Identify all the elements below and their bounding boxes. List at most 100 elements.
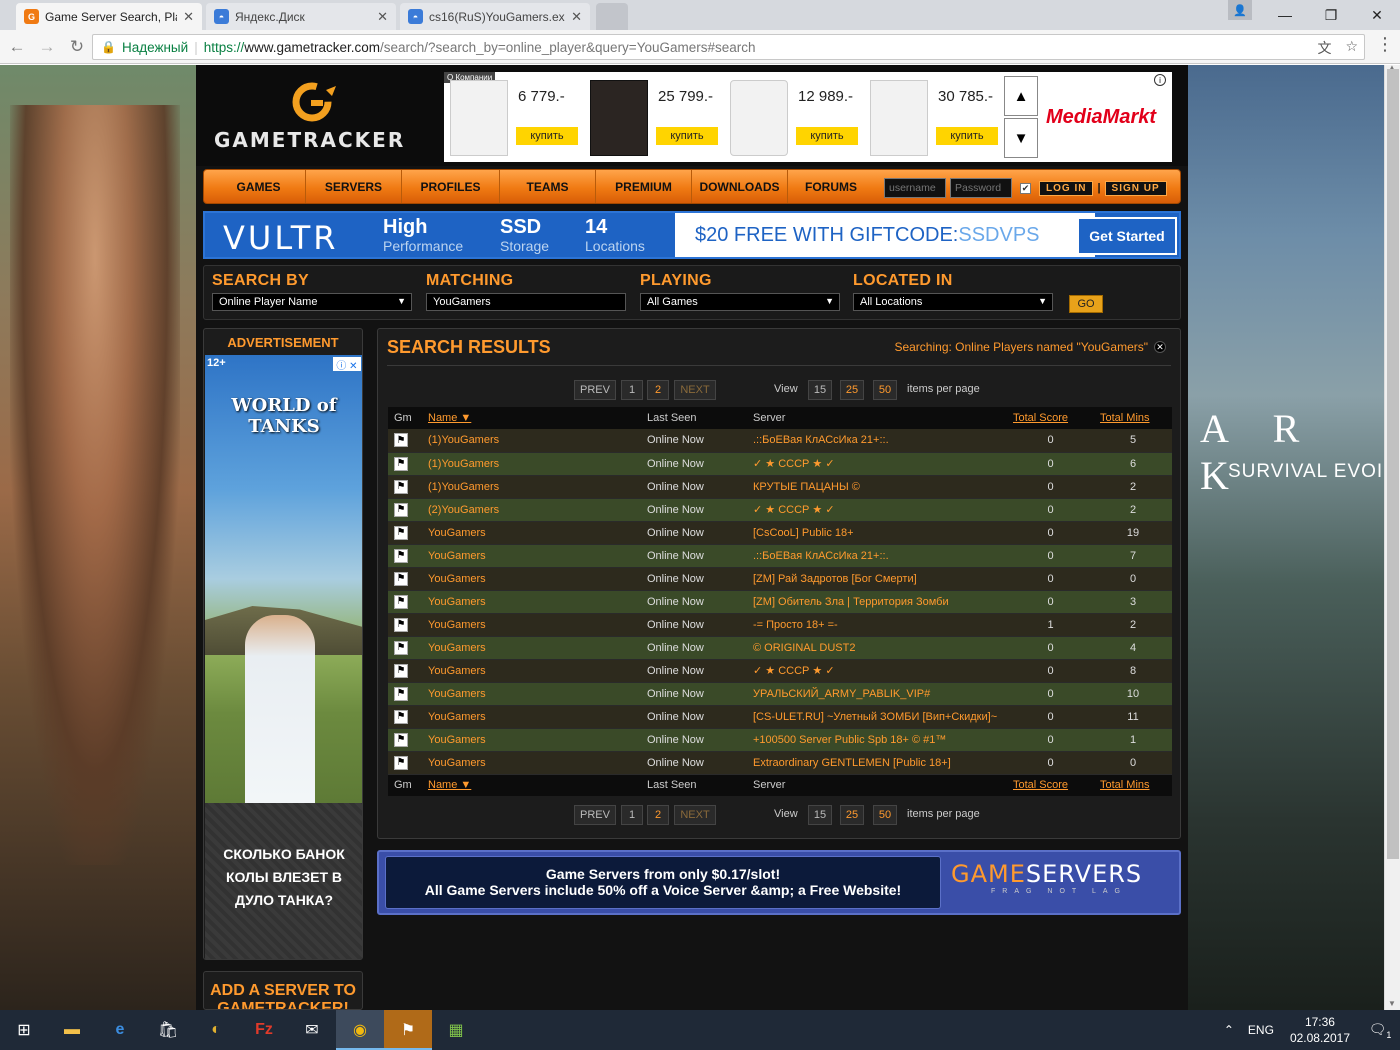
server-name-link[interactable]: ✓ ★ СССР ★ ✓ (747, 498, 1007, 522)
player-name-link[interactable]: YouGamers (422, 636, 641, 660)
server-name-link[interactable]: [CS-ULET.RU] ~Улетный ЗОМБИ [Вип+Скидки]… (747, 705, 1007, 729)
get-started-button[interactable]: Get Started (1077, 217, 1177, 255)
cs-game-icon[interactable]: ⚑ (394, 617, 408, 632)
server-name-link[interactable]: Extraordinary GENTLEMEN [Public 18+] (747, 751, 1007, 775)
server-name-link[interactable]: [CsCooL] Public 18+ (747, 521, 1007, 545)
bookmark-star-icon[interactable]: ☆ (1345, 38, 1358, 58)
nav-games[interactable]: GAMES (212, 170, 306, 203)
page-1-button[interactable]: 1 (621, 380, 643, 400)
scrollbar-thumb[interactable] (1387, 69, 1399, 859)
page-1-button[interactable]: 1 (621, 805, 643, 825)
maximize-icon[interactable]: ❐ (1308, 0, 1354, 30)
chart-app-icon[interactable]: ▦ (432, 1010, 480, 1050)
server-name-link[interactable]: .::БоЕВая КлАСсИка 21+::. (747, 544, 1007, 568)
ad-buy-button[interactable]: купить (936, 127, 998, 145)
playing-select[interactable]: All Games ▼ (640, 293, 840, 311)
prev-button[interactable]: PREV (574, 380, 616, 400)
background-ad-left[interactable] (0, 65, 196, 1010)
cs-game-icon[interactable]: ⚑ (394, 594, 408, 609)
player-name-link[interactable]: YouGamers (422, 659, 641, 683)
tab-gametracker[interactable]: G Game Server Search, Play ✕ (16, 3, 202, 30)
nav-teams[interactable]: TEAMS (500, 170, 596, 203)
ad-product[interactable]: 12 989.- купить (724, 72, 864, 162)
app-icon[interactable]: ◐ (192, 1010, 240, 1050)
ad-info-icon[interactable]: i (1154, 74, 1166, 86)
per-page-15-button[interactable]: 15 (808, 805, 832, 825)
col-total-score-sort[interactable]: Total Score (1007, 407, 1094, 429)
tray-chevron-up-icon[interactable]: ⌃ (1224, 1023, 1234, 1037)
cs-game-icon[interactable]: ⚑ (394, 456, 408, 471)
mediamarkt-logo[interactable]: MediaMarkt (1046, 106, 1156, 129)
gametracker-logo-text[interactable]: GAMETRACKER (214, 128, 405, 152)
language-indicator[interactable]: ENG (1248, 1023, 1274, 1037)
player-name-link[interactable]: YouGamers (422, 728, 641, 752)
background-ad-right[interactable] (1188, 65, 1384, 1010)
ad-product[interactable]: 6 779.- купить (444, 72, 584, 162)
prev-button[interactable]: PREV (574, 805, 616, 825)
remember-me-checkbox[interactable]: ✔ (1020, 182, 1031, 194)
cs-game-icon[interactable]: ⚑ (394, 479, 408, 494)
filezilla-icon[interactable]: Fz (240, 1010, 288, 1050)
browser-menu-icon[interactable]: ⋮ (1376, 35, 1394, 53)
ad-down-arrow-icon[interactable]: ▼ (1004, 118, 1038, 158)
server-name-link[interactable]: +100500 Server Public Spb 18+ © #1™ (747, 728, 1007, 752)
counter-strike-icon[interactable]: ⚑ (384, 1010, 432, 1050)
col-total-mins-sort[interactable]: Total Mins (1094, 774, 1172, 796)
new-tab-button[interactable] (596, 3, 628, 30)
clock[interactable]: 17:36 02.08.2017 (1290, 1014, 1350, 1046)
go-button[interactable]: GO (1069, 295, 1103, 313)
player-name-link[interactable]: YouGamers (422, 567, 641, 591)
player-name-link[interactable]: (2)YouGamers (422, 498, 641, 522)
player-name-link[interactable]: YouGamers (422, 521, 641, 545)
user-profile-icon[interactable]: 👤 (1228, 0, 1252, 20)
search-by-select[interactable]: Online Player Name ▼ (212, 293, 412, 311)
server-name-link[interactable]: ✓ ★ СССР ★ ✓ (747, 659, 1007, 683)
translate-icon[interactable]: 文 (1317, 38, 1331, 58)
page-2-button[interactable]: 2 (647, 805, 669, 825)
ad-product[interactable]: 30 785.- купить (864, 72, 1004, 162)
player-name-link[interactable]: (1)YouGamers (422, 475, 641, 499)
cs-game-icon[interactable]: ⚑ (394, 755, 408, 770)
ad-buy-button[interactable]: купить (796, 127, 858, 145)
ad-message[interactable]: СКОЛЬКО БАНОК КОЛЫ ВЛЕЗЕТ В ДУЛО ТАНКА? (205, 803, 362, 959)
adchoices-icon[interactable]: ⓘ ✕ (333, 357, 361, 372)
forward-arrow-icon[interactable]: → (34, 34, 60, 60)
next-button[interactable]: NEXT (674, 380, 716, 400)
username-input[interactable] (884, 178, 946, 198)
mediamarkt-ad-banner[interactable]: О Компании 6 779.- купить 25 799.- купит… (444, 72, 1172, 162)
gametracker-logo-icon[interactable] (292, 82, 340, 122)
gameservers-ad-banner[interactable]: Game Servers from only $0.17/slot! All G… (377, 850, 1181, 915)
page-scrollbar[interactable]: ▲ ▼ (1384, 63, 1400, 1010)
nav-premium[interactable]: PREMIUM (596, 170, 692, 203)
ad-buy-button[interactable]: купить (516, 127, 578, 145)
located-in-select[interactable]: All Locations ▼ (853, 293, 1053, 311)
cs-game-icon[interactable]: ⚑ (394, 709, 408, 724)
ad-buy-button[interactable]: купить (656, 127, 718, 145)
tab-close-icon[interactable]: ✕ (571, 9, 582, 25)
notification-center-icon[interactable]: 🗨1 (1360, 1021, 1400, 1040)
per-page-25-button[interactable]: 25 (840, 805, 864, 825)
cs-game-icon[interactable]: ⚑ (394, 663, 408, 678)
server-name-link[interactable]: .::БоЕВая КлАСсИка 21+::. (747, 429, 1007, 453)
matching-input[interactable]: YouGamers (426, 293, 626, 311)
cs-game-icon[interactable]: ⚑ (394, 433, 408, 448)
nav-forums[interactable]: FORUMS (788, 170, 874, 203)
per-page-50-button[interactable]: 50 (873, 380, 897, 400)
player-name-link[interactable]: YouGamers (422, 705, 641, 729)
nav-profiles[interactable]: PROFILES (402, 170, 500, 203)
cs-game-icon[interactable]: ⚑ (394, 732, 408, 747)
chrome-icon[interactable]: ◉ (336, 1010, 384, 1050)
col-name-sort[interactable]: Name ▼ (422, 774, 641, 796)
store-icon[interactable]: 🛍 (144, 1010, 192, 1050)
minimize-icon[interactable]: — (1262, 0, 1308, 30)
server-name-link[interactable]: © ORIGINAL DUST2 (747, 636, 1007, 660)
page-2-button[interactable]: 2 (647, 380, 669, 400)
tab-cs16[interactable]: ◓ cs16(RuS)YouGamers.exe ✕ (400, 3, 590, 30)
tab-close-icon[interactable]: ✕ (377, 9, 388, 25)
ad-up-arrow-icon[interactable]: ▲ (1004, 76, 1038, 116)
close-window-icon[interactable]: ✕ (1354, 0, 1400, 30)
reload-icon[interactable]: ↻ (64, 34, 90, 60)
server-name-link[interactable]: КРУТЫЕ ПАЦАНЫ © (747, 475, 1007, 499)
cs-game-icon[interactable]: ⚑ (394, 571, 408, 586)
per-page-50-button[interactable]: 50 (873, 805, 897, 825)
